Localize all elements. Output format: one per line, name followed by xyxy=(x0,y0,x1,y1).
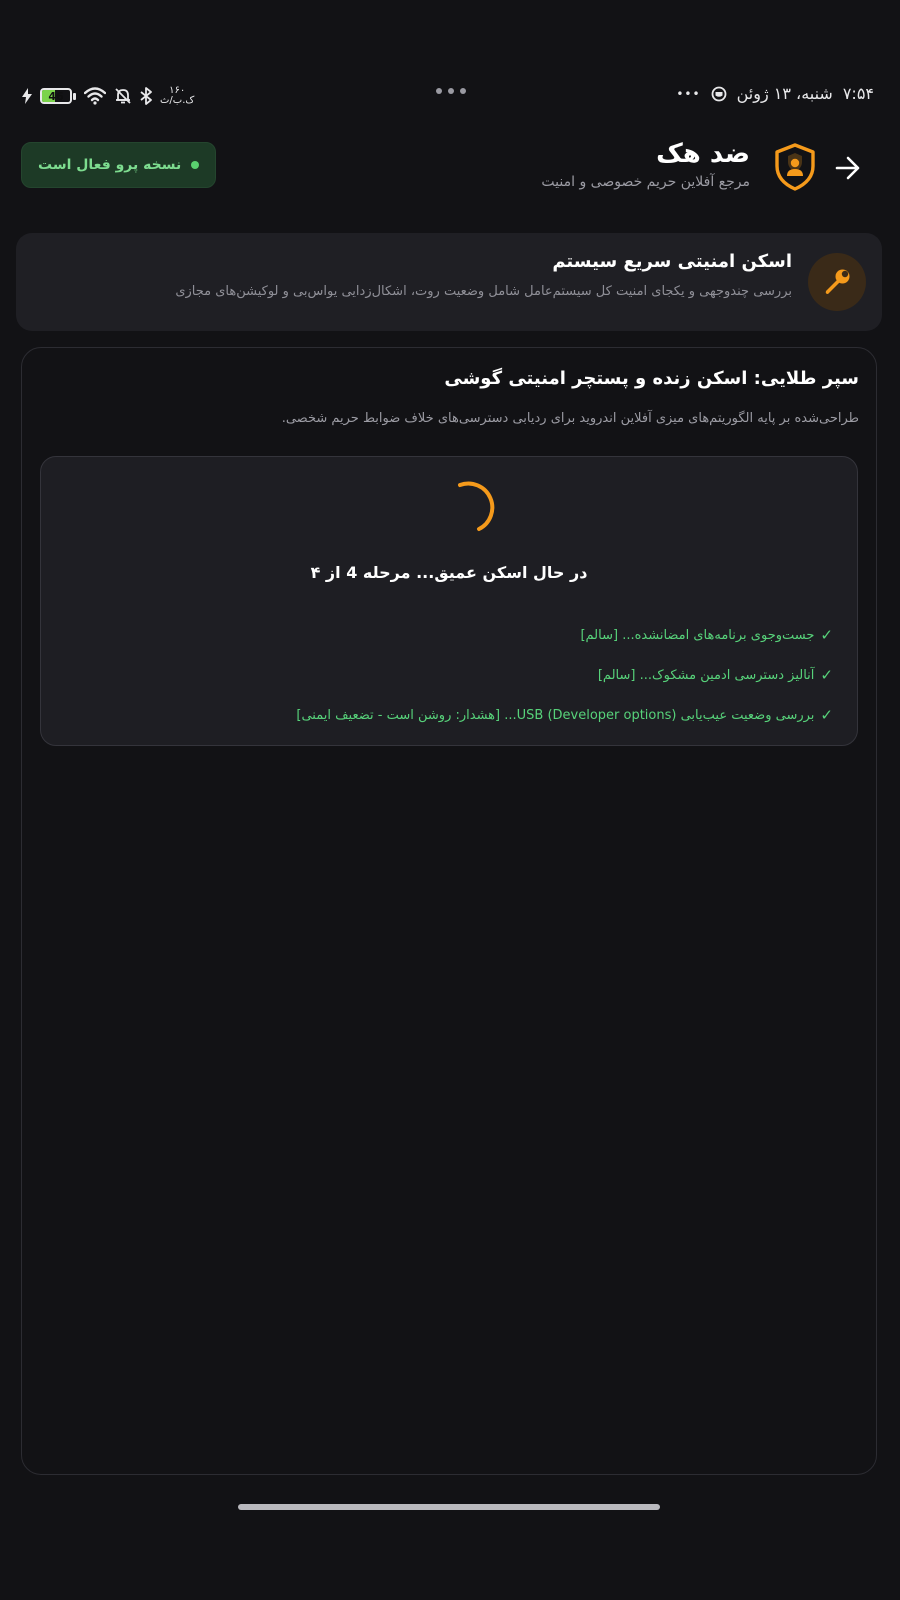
title-block: ضد هک مرجع آفلاین حریم خصوصی و امنیت xyxy=(541,138,750,190)
multitask-dots[interactable] xyxy=(436,88,466,94)
status-bar: 46 ۱۶۰ ک.ب/ث ۷:۵۴ شنبه، ۱۳ ژوئن ••• xyxy=(0,80,900,114)
status-date: شنبه، ۱۳ ژوئن xyxy=(736,84,833,103)
pro-badge-label: نسخه پرو فعال است xyxy=(38,157,182,173)
app-subtitle: مرجع آفلاین حریم خصوصی و امنیت xyxy=(541,174,750,190)
log-text: بررسی وضعیت عیب‌یابی USB (Developer opti… xyxy=(296,707,815,723)
wifi-icon xyxy=(84,87,106,105)
shield-icon xyxy=(775,143,815,191)
spinner-icon xyxy=(458,481,495,531)
quick-scan-title: اسکن امنیتی سریع سیستم xyxy=(552,251,792,272)
back-arrow-icon xyxy=(835,156,860,180)
quick-scan-description: بررسی چندوجهی و یکجای امنیت کل سیستم‌عام… xyxy=(175,284,792,299)
status-dot xyxy=(191,161,200,169)
battery-cap xyxy=(73,92,76,100)
status-time: ۷:۵۴ xyxy=(842,84,874,103)
more-notifications: ••• xyxy=(676,86,701,101)
app-header: ضد هک مرجع آفلاین حریم خصوصی و امنیت نسخ… xyxy=(0,138,900,198)
golden-shield-title: سپر طلایی: اسکن زنده و پستچر امنیتی گوشی xyxy=(444,368,859,389)
bell-off-icon xyxy=(115,88,131,104)
quick-scan-card[interactable]: اسکن امنیتی سریع سیستم بررسی چندوجهی و ی… xyxy=(16,233,882,331)
battery-level: 46 xyxy=(48,89,64,103)
wrench-icon-container xyxy=(808,253,866,311)
scan-status-text: در حال اسکن عمیق... مرحله 4 از ۴ xyxy=(310,563,588,582)
check-icon: ✓ xyxy=(820,626,833,644)
charging-icon xyxy=(22,88,32,104)
scan-log-list: ✓ جست‌وجوی برنامه‌های امضانشده... [سالم]… xyxy=(296,615,833,735)
status-clock-area: ۷:۵۴ شنبه، ۱۳ ژوئن ••• xyxy=(676,84,874,103)
golden-shield-description: طراحی‌شده بر پایه الگوریتم‌های میزی آفلا… xyxy=(281,411,859,426)
pro-status-badge[interactable]: نسخه پرو فعال است xyxy=(21,142,217,188)
screen: 46 ۱۶۰ ک.ب/ث ۷:۵۴ شنبه، ۱۳ ژوئن ••• ضد ه… xyxy=(0,0,900,1600)
check-icon: ✓ xyxy=(820,666,833,684)
network-speed-unit: ک.ب/ث xyxy=(160,95,195,106)
home-indicator[interactable] xyxy=(238,1504,660,1510)
app-title: ضد هک xyxy=(656,139,750,169)
scan-progress-panel: در حال اسکن عمیق... مرحله 4 از ۴ ✓ جست‌و… xyxy=(40,456,858,746)
quick-scan-text: اسکن امنیتی سریع سیستم بررسی چندوجهی و ی… xyxy=(175,251,792,299)
log-text: جست‌وجوی برنامه‌های امضانشده... [سالم] xyxy=(580,627,815,643)
log-item: ✓ بررسی وضعیت عیب‌یابی USB (Developer op… xyxy=(296,695,833,735)
network-speed: ۱۶۰ ک.ب/ث xyxy=(160,86,194,106)
log-item: ✓ جست‌وجوی برنامه‌های امضانشده... [سالم] xyxy=(296,615,833,655)
status-icons: 46 ۱۶۰ ک.ب/ث xyxy=(22,86,194,106)
bluetooth-icon xyxy=(140,87,152,105)
wrench-icon xyxy=(825,269,850,294)
log-item: ✓ آنالیز دسترسی ادمین مشکوک... [سالم] xyxy=(296,655,833,695)
log-text: آنالیز دسترسی ادمین مشکوک... [سالم] xyxy=(597,667,815,683)
app-notification-icon xyxy=(711,86,726,101)
golden-shield-card: سپر طلایی: اسکن زنده و پستچر امنیتی گوشی… xyxy=(21,347,877,1475)
back-button[interactable] xyxy=(828,148,868,188)
check-icon: ✓ xyxy=(820,706,833,724)
battery-icon: 46 xyxy=(40,88,72,104)
